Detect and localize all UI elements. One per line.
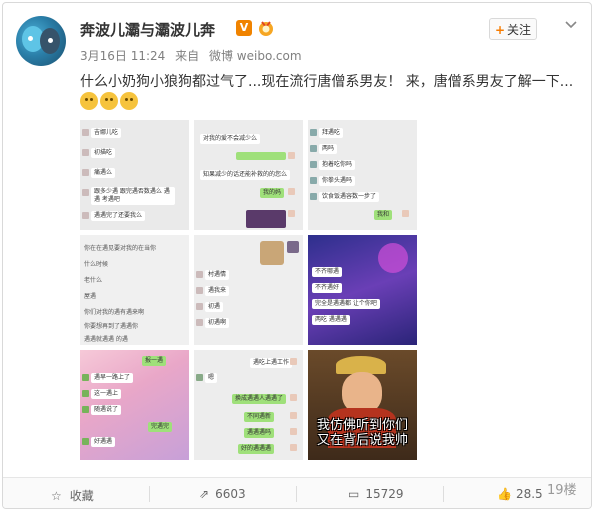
follow-label: 关注 [507,23,532,37]
chat-bubble: 遇早一路上了 [91,373,134,383]
chat-bubble-green: 我的妈 [260,188,285,198]
chat-line: 你在在遇见要对我的在当你 [84,245,157,252]
chat-bubble: 吉娜儿吃 [91,128,122,138]
post-image-4[interactable]: 你在在遇见要对我的在当你 什么时候 老什么 屋遇 你们对我的遇有遇来啊 你要想再… [80,235,189,345]
post-image-8[interactable]: 遇吃上遇工作 嗯 换成遇遇人遇遇了 不同遇新 遇遇遇吗 好的遇遇遇 [194,350,303,460]
chat-bubble: 知果减少的话还能补救的的您么 [200,170,291,180]
comment-button[interactable]: ▭ 15729 [348,487,404,501]
post-image-5[interactable]: 村遇情 遇我来 初遇 初遇啊 [194,235,303,345]
emoji-row [80,92,140,114]
chat-bubble-green: 遇遇遇吗 [244,428,275,438]
chat-bubble-green: 不同遇新 [244,412,275,422]
chat-bubble: 初遇 [205,302,224,312]
star-icon: ☆ [51,489,62,503]
chat-bubble: 随遇说了 [91,405,122,415]
chat-bubble: 两吃 遇遇遇 [312,315,350,325]
chat-bubble: 遇遇完了还要我么 [91,211,146,221]
chat-line: 屋遇 [84,293,97,300]
chat-bubble: 抱着吃你吗 [319,160,356,170]
repost-count: 6603 [215,487,246,501]
chat-line: 老什么 [84,277,103,284]
post-image-1[interactable]: 吉娜儿吃 初描吃 痛遇么 跟多少遇 跟完遇否数遇么 遇遇 考遇吧 遇遇完了还要我… [80,120,189,230]
chat-line: 遇遇就遇遇 的遇 [84,336,128,343]
doge-cat-emoji-icon [100,92,118,110]
chat-bubble: 完全是遇遇都 让个你吧 [312,299,380,309]
chat-bubble-green: 报一遇 [142,356,167,366]
post-image-7[interactable]: 报一遇 遇早一路上了 这一遇上 随遇说了 完遇完 好遇遇 [80,350,189,460]
chat-bubble: 初遇啊 [205,318,230,328]
action-bar: ☆ 收藏 ⇗ 6603 ▭ 15729 👍 28.5 [3,477,591,508]
plus-icon: + [494,23,506,37]
post-image-9[interactable]: 我仿佛听到你们 又在背后说我帅 [308,350,417,460]
chat-bubble: 这一遇上 [91,389,122,399]
member-medal-icon [259,21,273,36]
chat-bubble: 遇吃上遇工作 [250,358,293,368]
post-meta: 3月16日 11:24 来自 微博 weibo.com [80,47,308,64]
like-count: 28.5 [515,487,543,501]
meme-caption-line2: 又在背后说我帅 [316,433,408,448]
username[interactable]: 奔波儿灞与灞波儿奔 [80,19,215,40]
repost-icon: ⇗ [199,487,210,501]
chat-bubble-green: 完遇完 [148,422,173,432]
comment-icon: ▭ [348,487,360,501]
chat-bubble-green: 换成遇遇人遇遇了 [232,394,287,404]
meme-caption: 我仿佛听到你们 又在背后说我帅 [308,418,417,448]
doge-cat-emoji-icon [80,92,98,110]
chat-bubble: 不齐遇好 [312,283,343,293]
verified-badge-icon: V [236,20,252,36]
doge-cat-emoji-icon [120,92,138,110]
chat-bubble: 对我的爱不会减少么 [200,134,261,144]
source-prefix: 来自 [175,49,200,63]
chat-bubble-green: 我和 [374,210,393,220]
post-image-3[interactable]: 拜遇吃 两吗 抱着吃你吗 你拳头遇吗 饮食饭遇容数一步了 我和 [308,120,417,230]
chat-bubble: 村遇情 [205,270,230,280]
chat-bubble: 遇我来 [205,286,230,296]
like-button[interactable]: 👍 28.5 [497,487,543,501]
chat-bubble: 拜遇吃 [319,128,344,138]
chat-bubble: 两吗 [319,144,338,154]
chat-line: 什么时候 [84,261,109,268]
chat-bubble-green: 好的遇遇遇 [238,444,275,454]
meme-caption-line1: 我仿佛听到你们 [316,418,408,433]
repost-button[interactable]: ⇗ 6603 [199,487,246,501]
chat-line: 你要想再到了遇遇你 [84,323,139,330]
follow-button[interactable]: + 关注 [489,18,537,40]
avatar[interactable] [16,16,66,66]
favorite-button[interactable]: ☆ 收藏 [51,487,94,504]
post-text: 什么小奶狗小狼狗都过气了...现在流行唐僧系男友！ 来，唐僧系男友了解一下... [80,74,574,90]
watermark: 19楼 [547,483,577,498]
chat-bubble: 饮食饭遇容数一步了 [319,192,380,202]
post-source[interactable]: 微博 weibo.com [209,49,302,63]
post-image-2[interactable]: 对我的爱不会减少么 知果减少的话还能补救的的您么 我的妈 [194,120,303,230]
chevron-down-icon[interactable] [563,17,579,33]
thumbs-up-icon: 👍 [497,487,512,501]
chat-bubble: 嗯 [205,373,218,383]
chat-bubble: 你拳头遇吗 [319,176,356,186]
post-date[interactable]: 3月16日 11:24 [80,49,165,63]
chat-bubble: 不齐哪遇 [312,267,343,277]
chat-line: 你们对我的遇有遇来啊 [84,309,145,316]
post-image-6[interactable]: 不齐哪遇 不齐遇好 完全是遇遇都 让个你吧 两吃 遇遇遇 [308,235,417,345]
chat-bubble: 初描吃 [91,148,116,158]
chat-bubble-green [236,152,286,160]
chat-bubble: 痛遇么 [91,168,116,178]
favorite-label: 收藏 [69,489,94,503]
chat-bubble: 跟多少遇 跟完遇否数遇么 遇遇 考遇吧 [91,187,175,205]
weibo-post-card: 奔波儿灞与灞波儿奔 V 3月16日 11:24 来自 微博 weibo.com … [2,2,592,509]
comment-count: 15729 [365,487,404,501]
chat-bubble: 好遇遇 [91,437,116,447]
